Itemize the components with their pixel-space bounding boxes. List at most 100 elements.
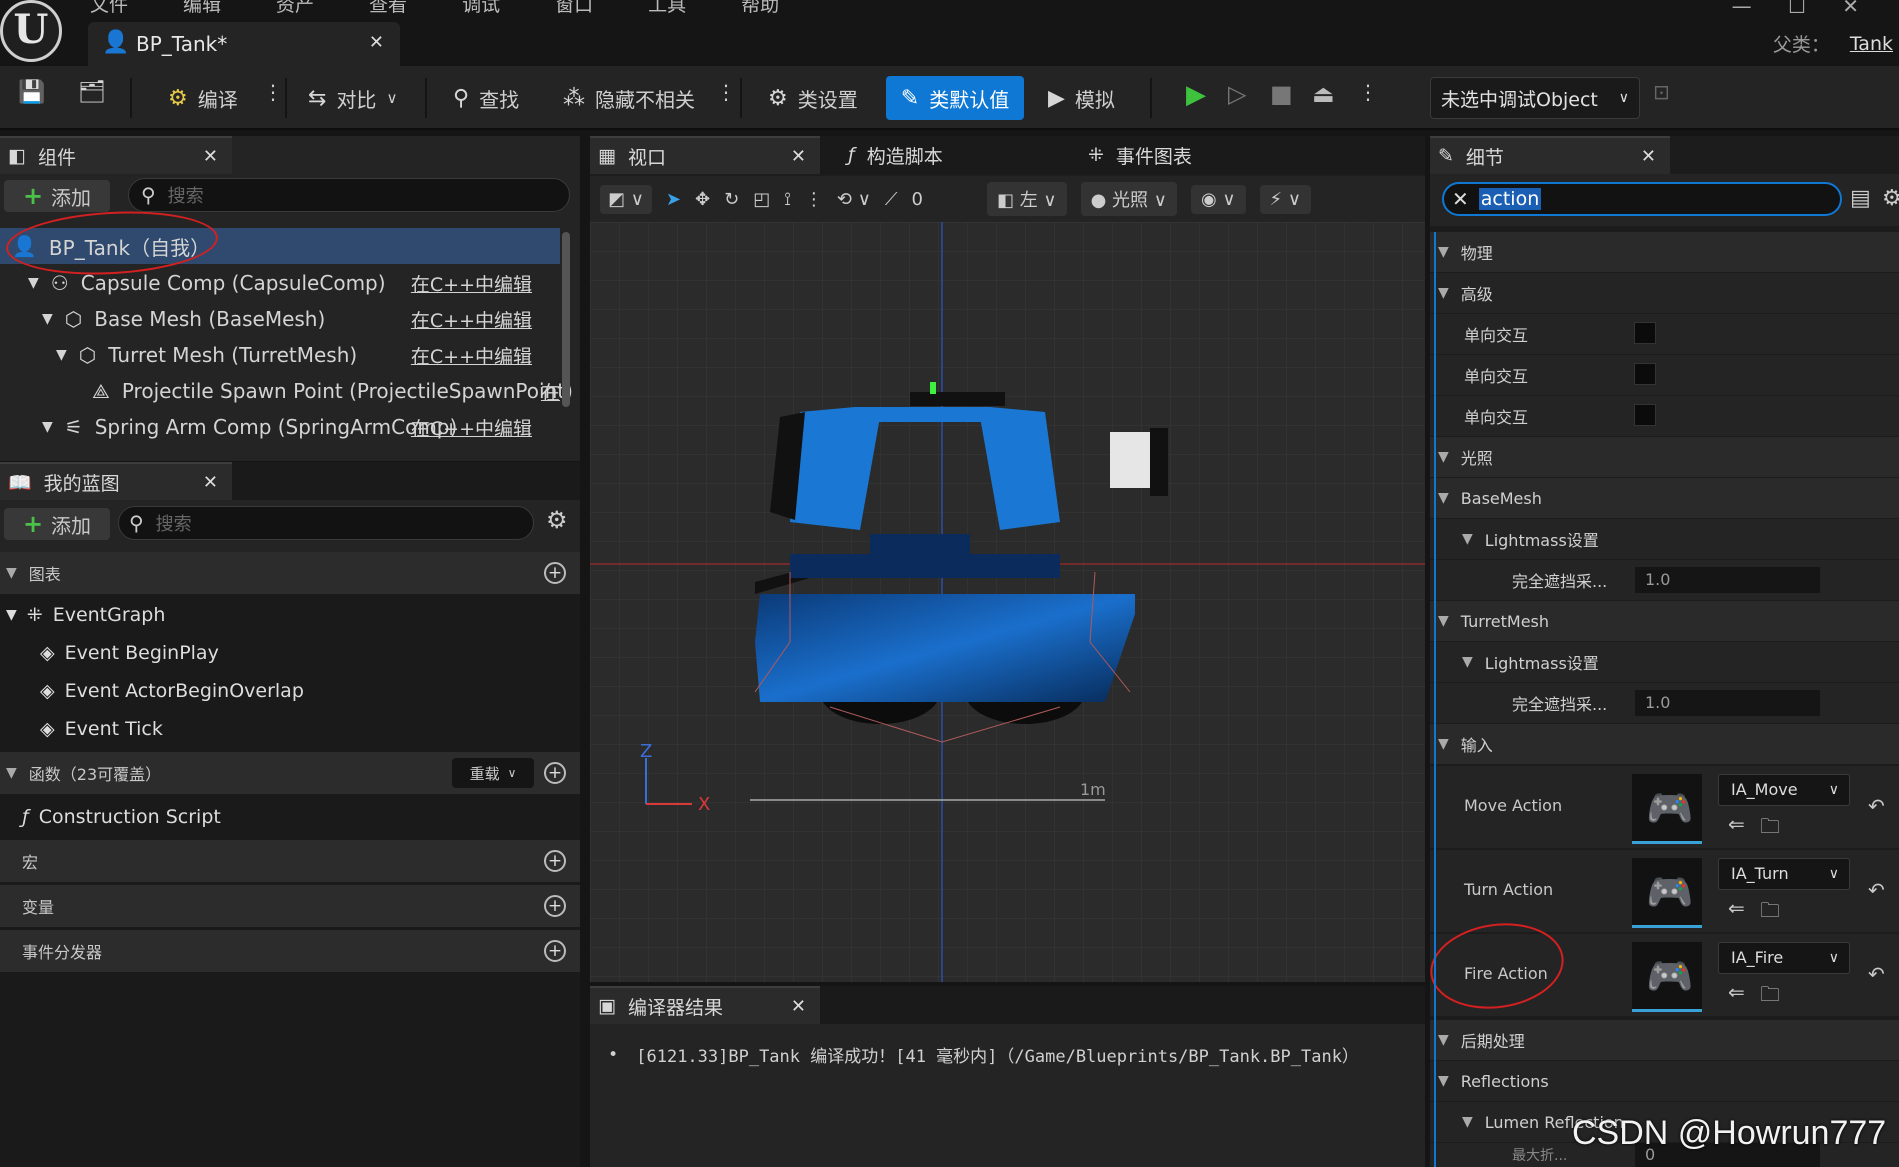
find-button[interactable]: ⚲ 查找 xyxy=(445,80,527,116)
menu-file[interactable]: 文件 xyxy=(90,0,128,17)
event-graph-item[interactable]: ▼ ⁜ EventGraph xyxy=(6,597,165,633)
performance-dropdown[interactable]: ⚡ ∨ xyxy=(1259,184,1312,214)
reset-arrow-icon[interactable]: ↶ xyxy=(1868,794,1885,818)
close-window-icon[interactable]: ✕ xyxy=(1842,0,1859,18)
asset-picker[interactable]: IA_Move ∨ xyxy=(1718,774,1850,806)
view-mode-dropdown[interactable]: ◧ 左 ∨ xyxy=(986,182,1067,216)
compiler-results-tab[interactable]: ▣ 编译器结果 ✕ xyxy=(590,986,820,1024)
play-icon[interactable]: ▶ xyxy=(1178,80,1214,116)
edit-in-cpp-link[interactable]: 在C++中编辑 xyxy=(411,342,532,369)
document-tab[interactable]: 👤 BP_Tank* ✕ xyxy=(88,22,400,66)
details-search-input[interactable]: ✕ action xyxy=(1442,182,1842,216)
translate-icon[interactable]: ✥ xyxy=(695,189,710,210)
maximize-icon[interactable]: ☐ xyxy=(1788,0,1806,18)
checkbox[interactable] xyxy=(1634,363,1656,385)
tab-event-graph[interactable]: ⁜ 事件图表 xyxy=(1080,136,1280,174)
asset-picker[interactable]: IA_Fire ∨ xyxy=(1718,942,1850,974)
add-function-icon[interactable]: + xyxy=(544,762,566,784)
tab-viewport[interactable]: ▦ 视口 ✕ xyxy=(590,136,820,174)
more-options-icon[interactable]: ⋮ xyxy=(708,80,744,116)
my-blueprint-tab[interactable]: 📖 我的蓝图 ✕ xyxy=(0,462,232,500)
tab-construction-script[interactable]: ƒ 构造脚本 xyxy=(840,136,1040,174)
category-advanced[interactable]: ▼ 高级 xyxy=(1430,273,1899,313)
add-graph-icon[interactable]: + xyxy=(544,562,566,584)
functions-section-header[interactable]: ▼ 函数（23可覆盖） 重载 ∨ + xyxy=(0,752,580,794)
debug-object-select[interactable]: 未选中调试Object ∨ xyxy=(1430,77,1640,119)
add-macro-icon[interactable]: + xyxy=(544,850,566,872)
eject-icon[interactable]: ⏏ xyxy=(1304,80,1343,116)
subcategory-lightmass[interactable]: ▼ Lightmass设置 xyxy=(1430,642,1899,682)
compile-button[interactable]: ⚙ 编译 xyxy=(160,80,246,116)
close-tab-icon[interactable]: ✕ xyxy=(1641,146,1656,167)
rotation-snap-icon[interactable]: ⟲ ∨ xyxy=(837,189,871,210)
input-action-thumbnail[interactable]: 🎮 xyxy=(1632,942,1702,1012)
more-options-icon[interactable]: ⋮ xyxy=(805,189,823,210)
components-scrollbar[interactable] xyxy=(562,232,570,407)
add-member-button[interactable]: + 添加 xyxy=(4,508,110,540)
add-dispatcher-icon[interactable]: + xyxy=(544,940,566,962)
use-selected-icon[interactable]: ⇐ xyxy=(1728,980,1745,1004)
browse-button[interactable]: 🗂 xyxy=(70,80,114,116)
minimize-icon[interactable]: — xyxy=(1732,0,1752,18)
edit-in-cpp-link[interactable]: 在 xyxy=(541,378,560,405)
browse-asset-icon[interactable]: 🗀 xyxy=(1760,896,1780,930)
category-lighting[interactable]: ▼ 光照 xyxy=(1430,437,1899,477)
select-mode-icon[interactable]: ➤ xyxy=(666,189,681,210)
clear-search-icon[interactable]: ✕ xyxy=(1452,187,1469,211)
hide-unrelated-button[interactable]: ⁂ 隐藏不相关 xyxy=(555,80,703,116)
details-tab[interactable]: ✎ 细节 ✕ xyxy=(1430,136,1670,174)
close-tab-icon[interactable]: ✕ xyxy=(369,32,384,53)
collapse-arrow-icon[interactable]: ▼ xyxy=(28,275,39,291)
surface-snap-icon[interactable]: ⟟ xyxy=(784,189,791,210)
reset-arrow-icon[interactable]: ↶ xyxy=(1868,878,1885,902)
collapse-arrow-icon[interactable]: ▼ xyxy=(42,419,53,435)
category-basemesh[interactable]: ▼ BaseMesh xyxy=(1430,478,1899,518)
my-blueprint-search-input[interactable]: ⚲ 搜索 xyxy=(118,506,534,540)
add-component-button[interactable]: + 添加 xyxy=(4,180,110,212)
event-item[interactable]: ◈ Event BeginPlay xyxy=(40,635,219,671)
snap-angle-value[interactable]: 0 xyxy=(912,189,923,210)
collapse-arrow-icon[interactable]: ▼ xyxy=(56,347,67,363)
edit-in-cpp-link[interactable]: 在C++中编辑 xyxy=(411,414,532,441)
stop-icon[interactable]: ■ xyxy=(1262,80,1301,116)
collapse-arrow-icon[interactable]: ▼ xyxy=(42,311,53,327)
use-selected-icon[interactable]: ⇐ xyxy=(1728,896,1745,920)
gear-icon[interactable]: ⚙ xyxy=(546,506,568,534)
category-turretmesh[interactable]: ▼ TurretMesh xyxy=(1430,601,1899,641)
edit-in-cpp-link[interactable]: 在C++中编辑 xyxy=(411,270,532,297)
class-settings-button[interactable]: ⚙ 类设置 xyxy=(760,80,866,116)
menu-asset[interactable]: 资产 xyxy=(276,0,314,17)
scale-icon[interactable]: ◰ xyxy=(753,189,770,210)
menu-help[interactable]: 帮助 xyxy=(741,0,779,17)
close-tab-icon[interactable]: ✕ xyxy=(203,472,218,493)
category-physics[interactable]: ▼ 物理 xyxy=(1430,232,1899,272)
tree-item-basemesh[interactable]: ▼ ⬡ Base Mesh (BaseMesh) 在C++中编辑 xyxy=(0,301,560,337)
asset-picker[interactable]: IA_Turn ∨ xyxy=(1718,858,1850,890)
diff-button[interactable]: ⇆ 对比 ∨ xyxy=(300,80,405,116)
show-flags-dropdown[interactable]: ◉ ∨ xyxy=(1190,184,1246,214)
viewport-options-icon[interactable]: ◩ ∨ xyxy=(600,184,652,214)
category-reflections[interactable]: ▼ Reflections xyxy=(1430,1061,1899,1101)
checkbox[interactable] xyxy=(1634,404,1656,426)
menu-view[interactable]: 查看 xyxy=(369,0,407,17)
event-item[interactable]: ◈ Event Tick xyxy=(40,711,163,747)
tree-item-spawnpoint[interactable]: ⟁ Projectile Spawn Point (ProjectileSpaw… xyxy=(0,373,573,409)
viewport-canvas[interactable]: Z X 1m xyxy=(590,222,1425,982)
play-options-icon[interactable]: ⋮ xyxy=(1350,80,1386,116)
angle-snap-icon[interactable]: ⟋ xyxy=(885,189,898,210)
parent-class-link[interactable]: Tank xyxy=(1850,33,1893,55)
close-tab-icon[interactable]: ✕ xyxy=(203,146,218,167)
save-button[interactable]: 💾 xyxy=(10,80,53,116)
tree-item-turretmesh[interactable]: ▼ ⬡ Turret Mesh (TurretMesh) 在C++中编辑 xyxy=(0,337,560,373)
reset-arrow-icon[interactable]: ↶ xyxy=(1868,962,1885,986)
step-icon[interactable]: ▷ xyxy=(1220,80,1254,116)
override-dropdown[interactable]: 重载 ∨ xyxy=(452,758,534,788)
subcategory-lightmass[interactable]: ▼ Lightmass设置 xyxy=(1430,519,1899,559)
tree-item-springarm[interactable]: ▼ ⚟ Spring Arm Comp (SpringArmComp) 在C++… xyxy=(0,409,560,445)
add-variable-icon[interactable]: + xyxy=(544,895,566,917)
browse-asset-icon[interactable]: 🗀 xyxy=(1760,812,1780,846)
gear-icon[interactable]: ⚙ xyxy=(1882,186,1899,211)
menu-tools[interactable]: 工具 xyxy=(648,0,686,17)
input-action-thumbnail[interactable]: 🎮 xyxy=(1632,774,1702,844)
close-tab-icon[interactable]: ✕ xyxy=(791,996,806,1017)
